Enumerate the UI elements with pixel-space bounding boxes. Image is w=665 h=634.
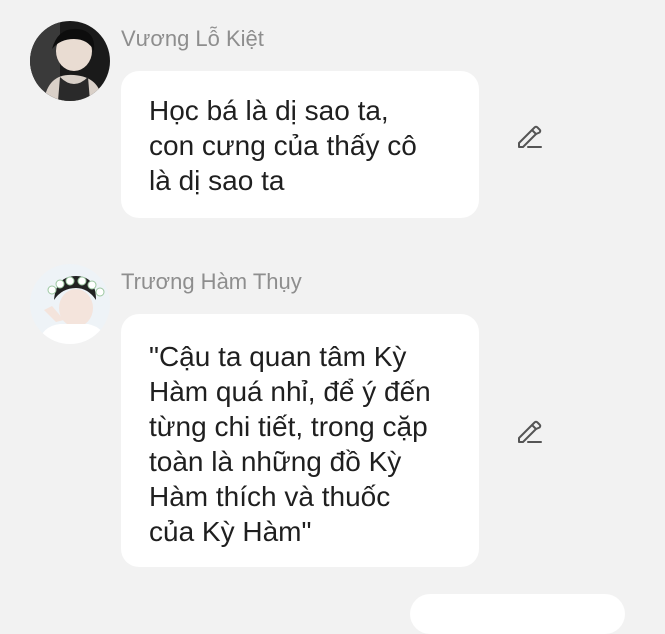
sender-avatar[interactable] xyxy=(30,264,110,344)
sender-name: Trương Hàm Thụy xyxy=(121,269,302,294)
avatar-photo-icon xyxy=(30,264,110,344)
message-text: "Cậu ta quan tâm Kỳ Hàm quá nhỉ, để ý đế… xyxy=(149,341,431,547)
sender-name: Vương Lỗ Kiệt xyxy=(121,26,264,51)
message-item: Vương Lỗ Kiệt Học bá là dị sao ta, con c… xyxy=(0,0,665,240)
message-text: Học bá là dị sao ta, con cưng của thấy c… xyxy=(149,95,417,196)
message-bubble: "Cậu ta quan tâm Kỳ Hàm quá nhỉ, để ý đế… xyxy=(121,314,479,567)
sender-avatar[interactable] xyxy=(30,21,110,101)
pencil-icon[interactable] xyxy=(514,121,544,151)
message-bubble: Học bá là dị sao ta, con cưng của thấy c… xyxy=(121,71,479,218)
avatar-photo-icon xyxy=(30,21,110,101)
next-message-card xyxy=(410,594,625,634)
pencil-icon[interactable] xyxy=(514,416,544,446)
message-item: Trương Hàm Thụy "Cậu ta quan tâm Kỳ Hàm … xyxy=(0,240,665,580)
